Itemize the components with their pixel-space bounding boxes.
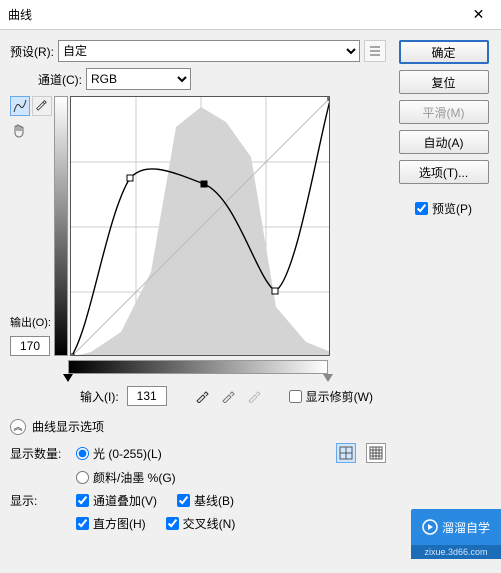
titlebar: 曲线 ✕ [0,0,501,30]
smooth-button: 平滑(M) [399,100,489,124]
light-radio[interactable]: 光 (0-255)(L) [76,445,162,462]
channel-label: 通道(C): [38,71,82,88]
channel-select[interactable]: RGB [86,68,191,90]
preset-menu-icon[interactable] [364,40,386,62]
histogram-checkbox[interactable]: 直方图(H) [76,515,146,532]
output-input[interactable] [10,336,50,356]
show-clipping-label: 显示修剪(W) [306,388,373,405]
eyedropper-black-icon[interactable] [193,387,211,405]
pigment-radio[interactable]: 颜料/油墨 %(G) [76,469,176,486]
channel-overlay-checkbox[interactable]: 通道叠加(V) [76,492,157,509]
black-point-slider[interactable] [63,374,73,382]
auto-button[interactable]: 自动(A) [399,130,489,154]
horizontal-gradient [68,360,328,374]
show-label: 显示: [10,492,66,509]
hand-tool-icon[interactable] [10,122,28,140]
curve-tool-icon[interactable] [10,96,30,116]
window-title: 曲线 [8,6,456,23]
eyedropper-white-icon[interactable] [245,387,263,405]
display-options-title: 曲线显示选项 [32,418,104,435]
baseline-checkbox[interactable]: 基线(B) [177,492,234,509]
intersection-checkbox[interactable]: 交叉线(N) [166,515,236,532]
output-label: 输出(O): [10,314,52,330]
show-clipping-checkbox[interactable]: 显示修剪(W) [289,388,373,405]
watermark-badge: 溜溜自学 [411,509,501,545]
ok-button[interactable]: 确定 [399,40,489,64]
collapse-toggle-icon[interactable]: ︽ [10,419,26,435]
grid-detailed-icon[interactable] [366,443,386,463]
close-button[interactable]: ✕ [456,0,501,30]
curves-graph[interactable] [70,96,330,356]
white-point-slider[interactable] [323,374,333,382]
eyedropper-gray-icon[interactable] [219,387,237,405]
vertical-gradient [54,96,68,356]
slider-triangles[interactable] [68,374,328,384]
preset-select[interactable]: 自定 [58,40,360,62]
input-input[interactable] [127,386,167,406]
input-label: 输入(I): [80,388,119,405]
grid-simple-icon[interactable] [336,443,356,463]
preset-label: 预设(R): [10,43,54,60]
watermark-url: zixue.3d66.com [411,545,501,559]
amount-label: 显示数量: [10,445,66,462]
pencil-tool-icon[interactable] [32,96,52,116]
preview-checkbox[interactable]: 预览(P) [415,200,472,217]
reset-button[interactable]: 复位 [399,70,489,94]
options-button[interactable]: 选项(T)... [399,160,489,184]
